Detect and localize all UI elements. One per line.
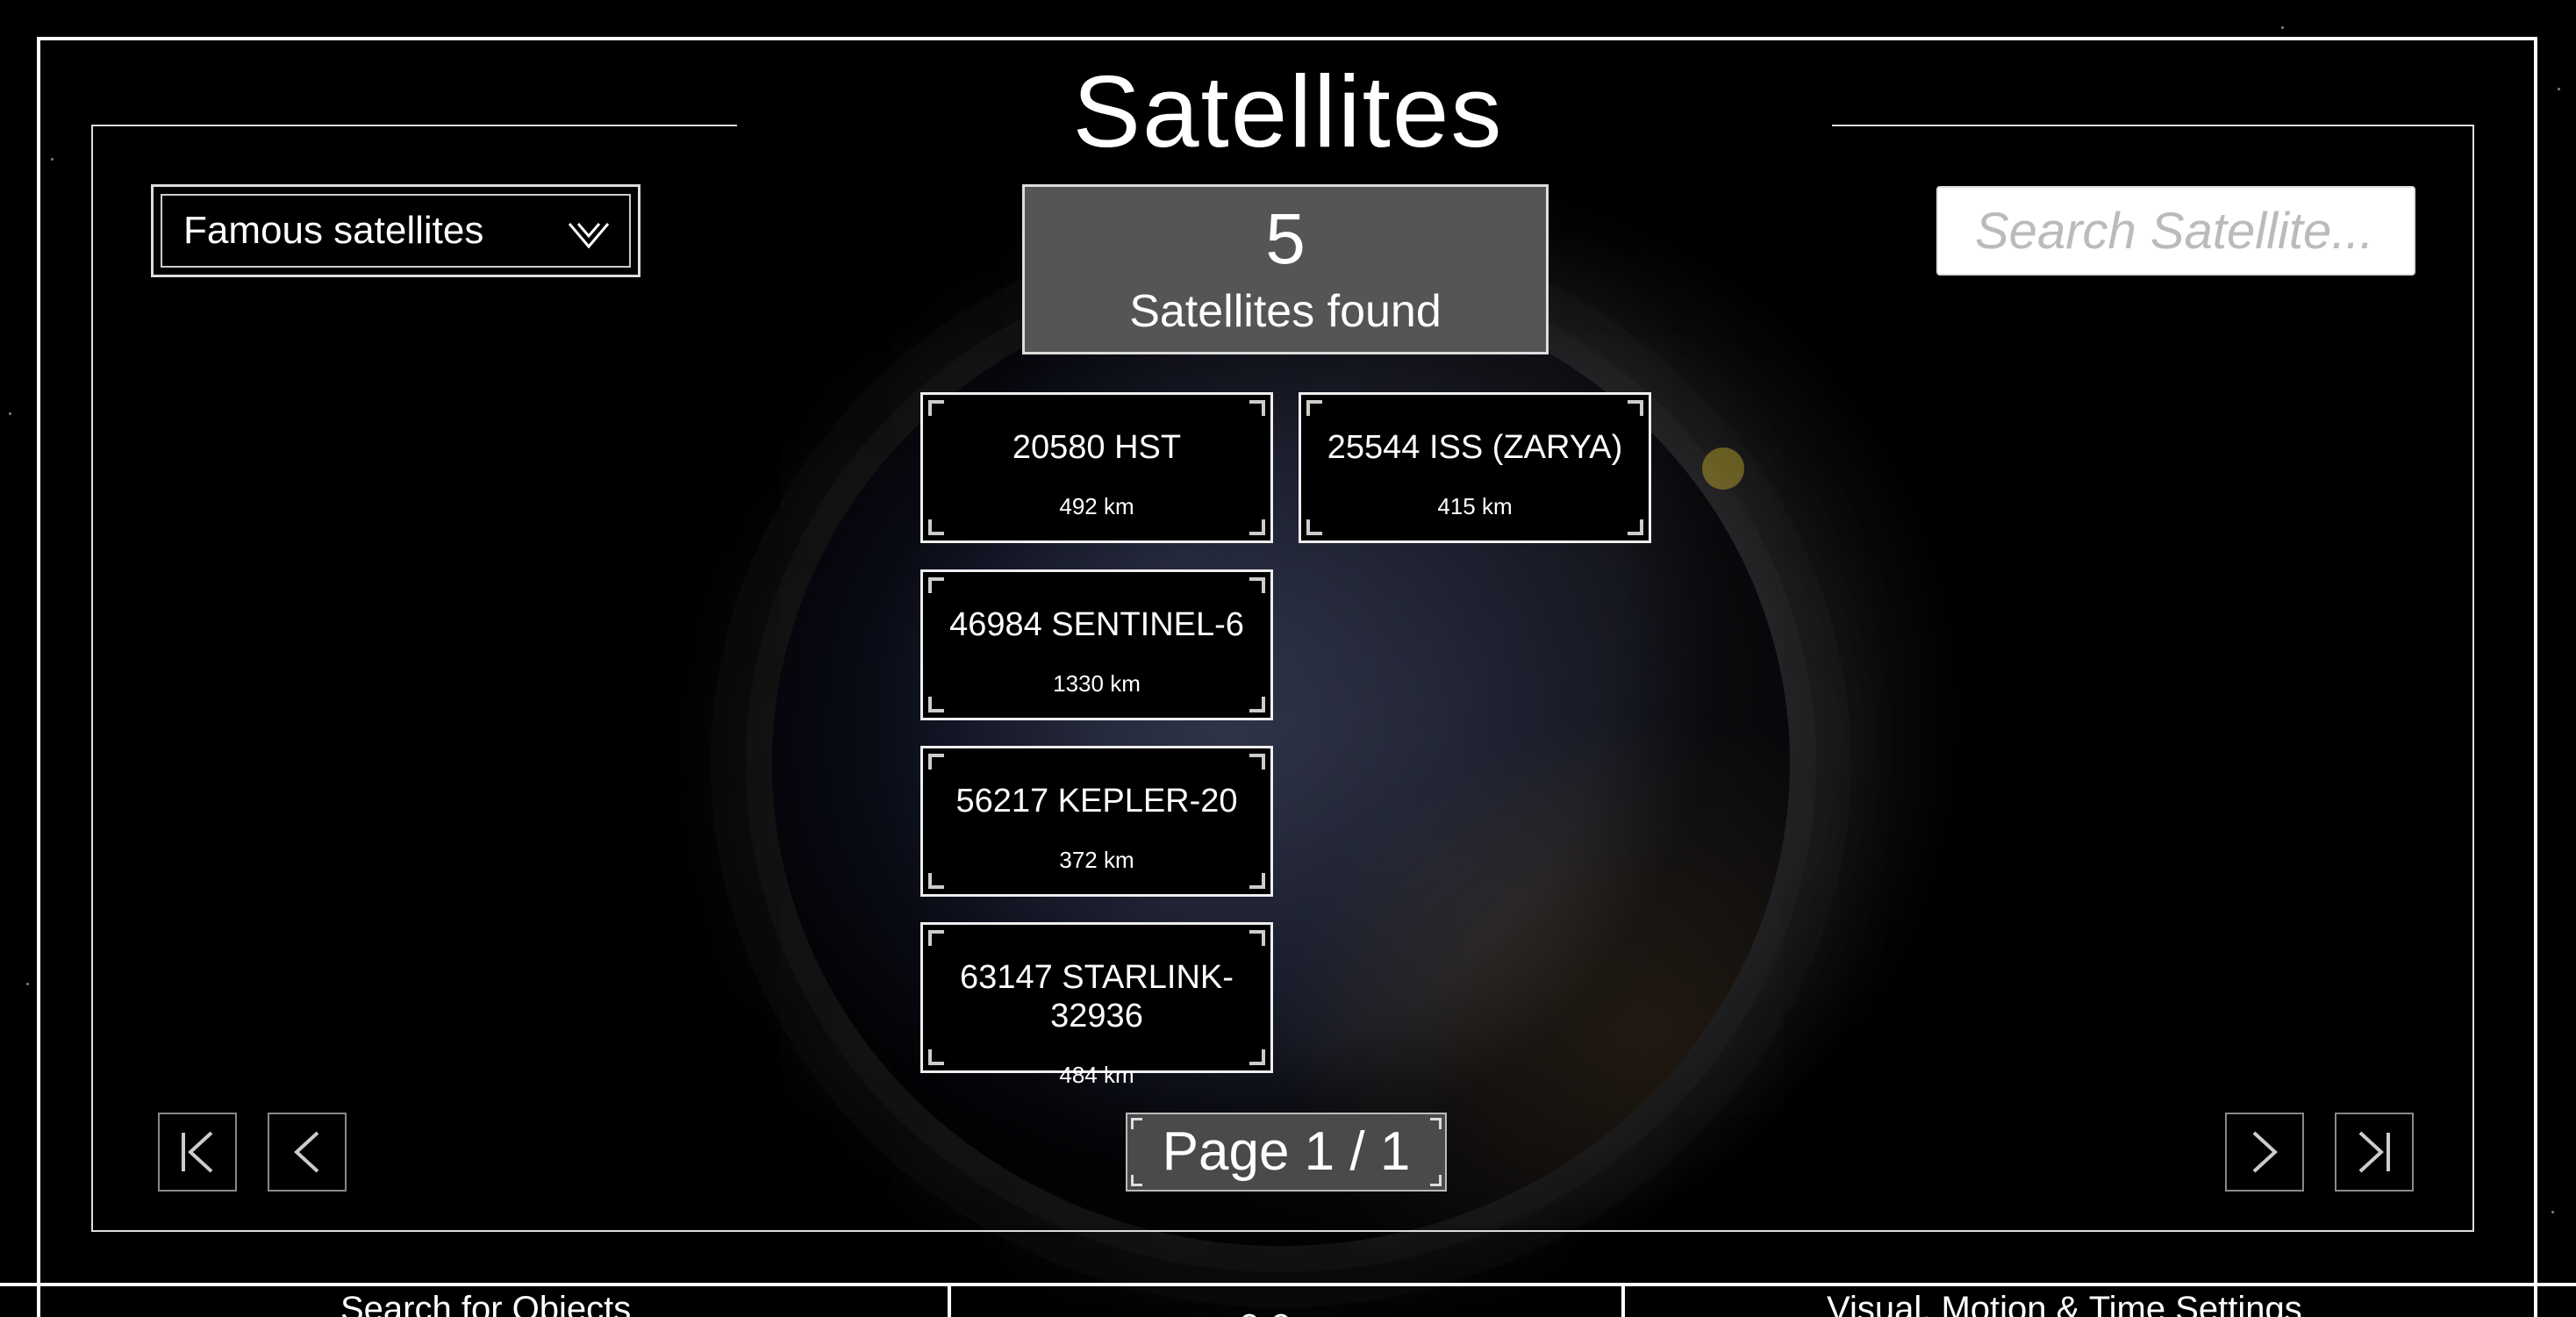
- satellite-altitude: 415 km: [1437, 493, 1513, 519]
- satellite-card[interactable]: 56217 KEPLER-20 372 km: [920, 746, 1273, 897]
- chevron-double-down-icon: [568, 223, 610, 249]
- satellite-name: 20580 HST: [1012, 429, 1182, 466]
- last-page-icon: [2358, 1131, 2390, 1173]
- satellite-name: 46984 SENTINEL-6: [949, 606, 1244, 643]
- satellite-altitude: 484 km: [1059, 1062, 1134, 1088]
- satellite-name: 25544 ISS (ZARYA): [1327, 429, 1623, 466]
- page-title: Satellites: [1072, 54, 1504, 168]
- satellite-card[interactable]: 25544 ISS (ZARYA) 415 km: [1299, 392, 1651, 543]
- bottom-divider: [37, 1283, 40, 1317]
- satellite-altitude: 492 km: [1059, 493, 1134, 519]
- star: [2558, 88, 2560, 90]
- last-page-button[interactable]: [2335, 1113, 2414, 1192]
- satellite-altitude: 372 km: [1059, 847, 1134, 873]
- tab-center-icons[interactable]: [1237, 1304, 1299, 1317]
- satellite-name: 56217 KEPLER-20: [955, 783, 1238, 820]
- satellite-browser-screen: Satellites Famous satellites 5 Satellite…: [0, 0, 2576, 1317]
- title-rule-left: [91, 125, 737, 126]
- bottom-divider: [2534, 1283, 2537, 1317]
- satellite-card[interactable]: 63147 STARLINK-32936 484 km: [920, 922, 1273, 1088]
- satellite-card[interactable]: 46984 SENTINEL-6 1330 km: [920, 569, 1273, 720]
- previous-page-icon: [294, 1131, 319, 1173]
- page-indicator: Page 1 / 1: [1126, 1113, 1447, 1192]
- satellite-search-input[interactable]: Search Satellite...: [1936, 186, 2415, 276]
- star: [26, 983, 29, 985]
- next-page-icon: [2252, 1131, 2278, 1173]
- first-page-button[interactable]: [158, 1113, 237, 1192]
- results-count-label: Satellites found: [1129, 286, 1442, 337]
- star: [2551, 1211, 2554, 1213]
- search-placeholder: Search Satellite...: [1975, 202, 2374, 260]
- title-rule-right: [1832, 125, 2474, 126]
- satellite-card[interactable]: 20580 HST 492 km: [920, 392, 1273, 543]
- previous-page-button[interactable]: [268, 1113, 347, 1192]
- star: [2281, 26, 2284, 29]
- results-count-box: 5 Satellites found: [1022, 184, 1549, 354]
- bottom-divider: [1621, 1283, 1625, 1317]
- tab-visual-motion-time-settings[interactable]: Visual, Motion & Time Settings: [1827, 1290, 2302, 1317]
- tab-search-for-objects[interactable]: Search for Objects: [340, 1290, 631, 1317]
- satellite-name: 63147 STARLINK-32936: [960, 959, 1234, 1034]
- satellite-category-dropdown[interactable]: Famous satellites: [151, 184, 640, 277]
- dropdown-selected-label: Famous satellites: [183, 209, 484, 252]
- toggle-icons: [1242, 1313, 1288, 1317]
- first-page-icon: [182, 1131, 213, 1173]
- page-indicator-label: Page 1 / 1: [1162, 1121, 1411, 1182]
- next-page-button[interactable]: [2225, 1113, 2304, 1192]
- results-count: 5: [1265, 199, 1306, 279]
- bottom-divider: [948, 1283, 951, 1317]
- satellite-altitude: 1330 km: [1053, 670, 1141, 697]
- star: [9, 412, 11, 415]
